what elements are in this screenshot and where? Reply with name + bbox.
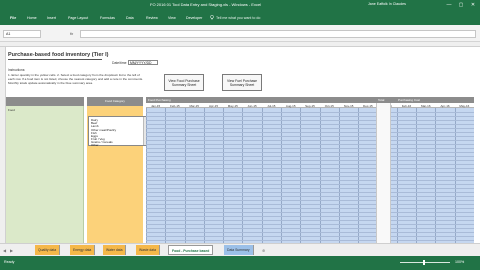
zoom-slider-knob[interactable] [423,260,425,265]
separator-column [376,103,391,243]
grid-row-line [146,228,474,229]
tab-data[interactable]: Data [126,16,134,20]
grid-row-line [146,124,474,125]
list-item[interactable]: Food [8,108,15,112]
formula-bar: A1 fx [0,25,480,42]
category-dropdown[interactable]: Dairy Beef Lamb Other meat/Poultry Fish … [88,116,148,147]
grid-row-line [146,112,474,113]
worksheet[interactable]: Purchase-based food inventory (Tier I) D… [0,42,480,243]
view-food-summary-button[interactable]: View Food Purchase Summary Sheet [164,74,204,91]
grid-row-line [146,216,474,217]
date-field[interactable]: MM/YYYY/DD [128,60,158,65]
blue-caption: Food Purchasing [148,98,171,102]
minimize-button[interactable]: — [444,1,454,9]
name-box[interactable]: A1 [3,30,41,38]
total-caption: Total [378,98,385,102]
sheet-tab-energy[interactable]: Energy data [70,245,96,255]
grid-row-line [146,204,474,205]
tab-insert[interactable]: Insert [47,16,56,20]
grid-row-line [146,144,474,145]
grid-row-line [146,240,474,241]
sheet-title: Purchase-based food inventory (Tier I) [8,52,109,58]
lightbulb-icon [210,15,214,20]
cost-caption: Purchasing Cost [398,98,421,102]
grid-row-line [146,136,474,137]
grid-row-line [146,236,474,237]
grid-row-line [146,200,474,201]
left-panel-header [6,97,84,106]
fx-icon[interactable]: fx [70,31,73,36]
tab-page-layout[interactable]: Page Layout [68,16,88,20]
grid-row-line [146,168,474,169]
user-account[interactable]: Jane Eaffolk In Claudes [368,2,406,6]
tab-formulas[interactable]: Formulas [100,16,115,20]
tab-developer[interactable]: Developer [186,16,202,20]
tab-view[interactable]: View [168,16,176,20]
column-headers[interactable] [0,42,480,47]
grid-row-line [146,160,474,161]
zoom-level[interactable]: 100% [455,260,464,264]
dropdown-option[interactable]: Other [91,143,99,147]
ribbon-tabs: File Home Insert Page Layout Formulas Da… [0,10,480,25]
window-title: FO 2016 01 Tool Data Entry and Staging.x… [150,2,262,7]
close-button[interactable]: ✕ [468,1,478,9]
status-text: Ready [4,260,15,264]
grid-row-line [146,140,474,141]
sheet-tab-quality[interactable]: Quality data [35,245,61,255]
food-items-panel[interactable]: Food [6,106,84,243]
grid-row-line [146,180,474,181]
grid-row-line [146,172,474,173]
grid-row-line [146,188,474,189]
tab-home[interactable]: Home [27,16,37,20]
grid-row-line [146,128,474,129]
grid-row-line [146,220,474,221]
sheet-tab-waste[interactable]: Waste data [136,245,161,255]
sheet-tab-food[interactable]: Food - Purchase based [168,245,214,255]
title-underline [8,59,102,60]
grid-row-line [146,212,474,213]
grid-row-line [146,184,474,185]
formula-input[interactable] [80,30,476,38]
sheet-tab-summary[interactable]: Data Summary [224,245,254,255]
grid-row-line [146,116,474,117]
grid-row-line [146,148,474,149]
instructions-text: 1. Enter quantity in the yellow cells. 2… [8,73,144,85]
tell-me-search[interactable]: Tell me what you want to do [216,16,260,20]
grid-row-line [146,232,474,233]
maximize-button[interactable]: ▢ [456,1,466,9]
grid-row-line [146,120,474,121]
grid-row-line [146,196,474,197]
grid-row-line [146,176,474,177]
grid-row-line [146,192,474,193]
tab-scroll-right-icon[interactable]: ▶ [10,248,13,253]
title-bar: FO 2016 01 Tool Data Entry and Staging.x… [0,0,480,10]
tab-file[interactable]: File [10,16,16,20]
date-label: Date/time [112,61,127,65]
grid-row-line [146,208,474,209]
grid-row-line [146,156,474,157]
grid-row-line [146,152,474,153]
sheet-tab-water[interactable]: Water data [103,245,127,255]
sheet-tab-bar: ◀ ▶ Quality data Energy data Water data … [0,243,480,256]
tab-scroll-left-icon[interactable]: ◀ [3,248,6,253]
instructions-label: Instructions: [8,68,26,72]
tab-review[interactable]: Review [146,16,158,20]
view-fuel-summary-button[interactable]: View Fuel Purchase Summary Sheet [222,74,262,91]
data-grid[interactable] [146,108,474,243]
category-header: Food Category [87,97,143,106]
grid-row-line [146,224,474,225]
grid-row-line [146,132,474,133]
add-sheet-icon[interactable]: ⊕ [262,248,265,253]
zoom-slider[interactable] [400,262,450,263]
status-bar: Ready 100% [0,256,480,270]
grid-row-line [146,164,474,165]
